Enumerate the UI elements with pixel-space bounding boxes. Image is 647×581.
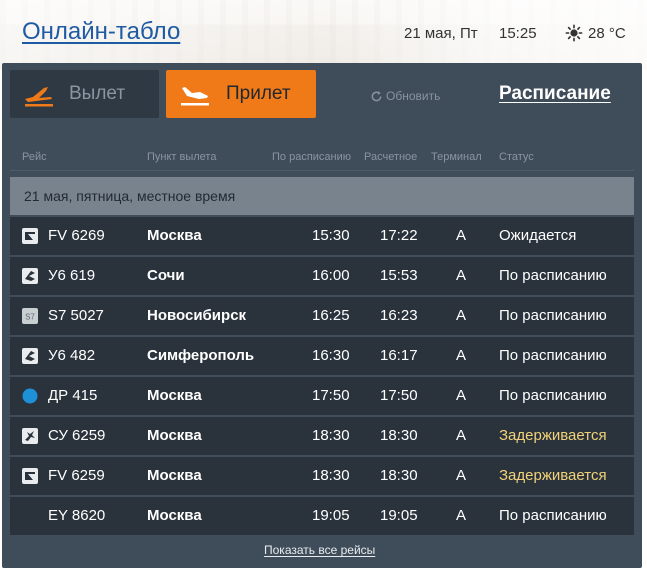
origin-city: Симферополь — [147, 347, 255, 364]
estimated-time: 16:17 — [380, 347, 418, 364]
column-header-terminal: Терминал — [431, 151, 482, 163]
flight-number: У6 619 — [48, 267, 96, 284]
terminal: A — [456, 467, 467, 484]
show-all-flights-link[interactable]: Показать все рейсы — [264, 543, 375, 557]
refresh-button[interactable]: Обновить — [370, 89, 440, 103]
date-band-label: 21 мая, пятница, местное время — [24, 188, 236, 204]
estimated-time: 18:30 — [380, 427, 418, 444]
date-band: 21 мая, пятница, местное время — [10, 177, 634, 215]
flight-row[interactable]: СУ 6259 Москва 18:30 18:30 A Задерживается — [10, 417, 634, 455]
estimated-time: 17:50 — [380, 387, 418, 404]
scheduled-time: 16:00 — [312, 267, 350, 284]
airline-logo-su — [22, 428, 38, 444]
svg-text:S7: S7 — [25, 313, 35, 322]
airline-logo-fv — [22, 468, 38, 484]
estimated-time: 19:05 — [380, 507, 418, 524]
header-bar: Онлайн-табло 21 мая, Пт 15:25 28 °C — [0, 0, 647, 70]
airline-logo-dp — [22, 388, 38, 404]
current-date: 21 мая, Пт — [404, 25, 478, 42]
origin-city: Новосибирск — [147, 307, 247, 324]
origin-city: Москва — [147, 507, 202, 524]
origin-city: Москва — [147, 227, 202, 244]
flight-number: EY 8620 — [48, 507, 106, 524]
scheduled-time: 18:30 — [312, 427, 350, 444]
flight-status: По расписанию — [499, 507, 607, 524]
terminal: A — [456, 507, 467, 524]
flight-status: Ожидается — [499, 227, 577, 244]
airline-logo-s7: S7 — [22, 308, 38, 324]
landing-icon — [181, 87, 209, 106]
tab-departure-label: Вылет — [69, 83, 126, 104]
takeoff-icon — [25, 87, 53, 107]
terminal: A — [456, 347, 467, 364]
estimated-time: 18:30 — [380, 467, 418, 484]
terminal: A — [456, 267, 467, 284]
estimated-time: 15:53 — [380, 267, 418, 284]
terminal: A — [456, 307, 467, 324]
weather-widget: 28 °C — [565, 24, 626, 42]
terminal: A — [456, 427, 467, 444]
flight-status: По расписанию — [499, 387, 607, 404]
flight-row[interactable]: FV 6259 Москва 18:30 18:30 A Задерживается — [10, 457, 634, 495]
flight-row[interactable]: FV 6269 Москва 15:30 17:22 A Ожидается — [10, 217, 634, 255]
origin-city: Сочи — [147, 267, 185, 284]
airline-logo-empty — [22, 508, 38, 524]
scheduled-time: 17:50 — [312, 387, 350, 404]
flight-number: FV 6269 — [48, 227, 105, 244]
flight-status: По расписанию — [499, 267, 607, 284]
scheduled-time: 16:25 — [312, 307, 350, 324]
flight-list: FV 6269 Москва 15:30 17:22 A Ожидается У6 619 С… — [10, 217, 634, 537]
flight-row[interactable]: У6 619 Сочи 16:00 15:53 A По расписанию — [10, 257, 634, 295]
tab-departure[interactable]: Вылет — [10, 70, 159, 118]
terminal: A — [456, 227, 467, 244]
flight-status: По расписанию — [499, 307, 607, 324]
flight-number: У6 482 — [48, 347, 96, 364]
origin-city: Москва — [147, 427, 202, 444]
flight-status: По расписанию — [499, 347, 607, 364]
scheduled-time: 15:30 — [312, 227, 350, 244]
airline-logo-u6 — [22, 348, 38, 364]
airline-logo-fv — [22, 228, 38, 244]
origin-city: Москва — [147, 387, 202, 404]
flight-number: FV 6259 — [48, 467, 105, 484]
column-header-scheduled: По расписанию — [272, 151, 352, 163]
page-title[interactable]: Онлайн-табло — [22, 18, 180, 46]
flight-row[interactable]: У6 482 Симферополь 16:30 16:17 A По расписани… — [10, 337, 634, 375]
flight-row[interactable]: EY 8620 Москва 19:05 19:05 A По расписанию — [10, 497, 634, 535]
flight-status: Задерживается — [499, 467, 607, 484]
tab-arrival-label: Прилет — [226, 83, 291, 104]
flight-row[interactable]: S7 S7 5027 Новосибирск 16:25 16:23 A По распис… — [10, 297, 634, 335]
flight-status: Задерживается — [499, 427, 607, 444]
origin-city: Москва — [147, 467, 202, 484]
flight-row[interactable]: ДР 415 Москва 17:50 17:50 A По расписанию — [10, 377, 634, 415]
flight-number: S7 5027 — [48, 307, 104, 324]
sun-icon — [565, 24, 583, 42]
refresh-label: Обновить — [386, 89, 441, 103]
schedule-link[interactable]: Расписание — [499, 83, 611, 105]
temperature: 28 °C — [588, 24, 626, 42]
scheduled-time: 19:05 — [312, 507, 350, 524]
estimated-time: 17:22 — [380, 227, 418, 244]
flight-number: СУ 6259 — [48, 427, 106, 444]
tab-arrival[interactable]: Прилет — [166, 70, 316, 118]
column-header-origin: Пункт вылета — [147, 151, 217, 163]
estimated-time: 16:23 — [380, 307, 418, 324]
column-header-estimated: Расчетное — [364, 151, 418, 163]
airline-logo-u6 — [22, 268, 38, 284]
flight-number: ДР 415 — [48, 387, 98, 404]
current-time: 15:25 — [499, 25, 537, 42]
scheduled-time: 16:30 — [312, 347, 350, 364]
terminal: A — [456, 387, 467, 404]
scheduled-time: 18:30 — [312, 467, 350, 484]
header-divider — [10, 170, 634, 171]
refresh-icon — [371, 90, 382, 101]
column-header-flight: Рейс — [22, 151, 47, 163]
column-header-status: Статус — [499, 151, 534, 163]
flight-board: Вылет Прилет Обновить Расписание Рейс Пу… — [2, 63, 642, 568]
